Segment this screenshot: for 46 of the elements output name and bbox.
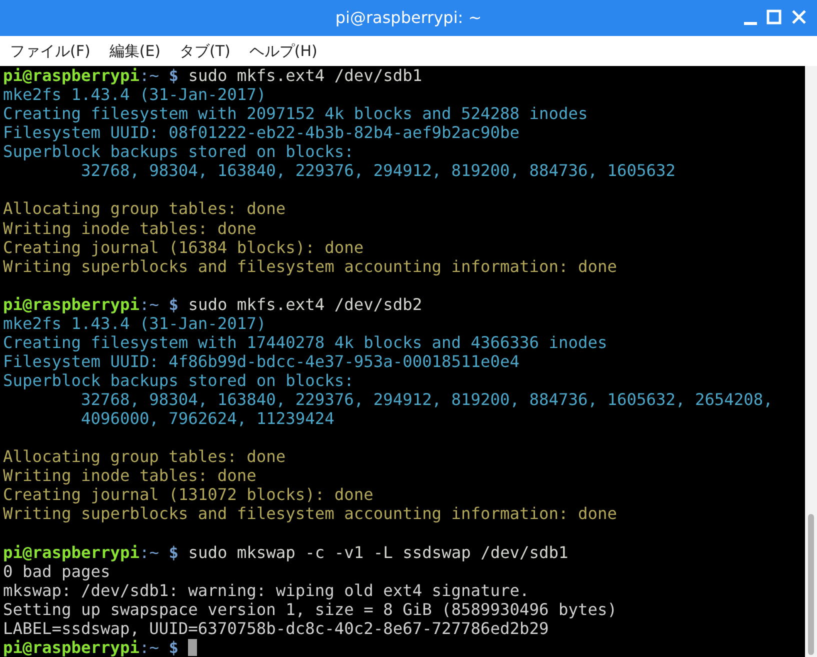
window-title: pi@raspberrypi: ~ — [335, 7, 482, 29]
prompt-symbol: $ — [168, 638, 178, 657]
output-line: 0 bad pages — [3, 562, 110, 581]
output-line: Allocating group tables: done — [3, 447, 286, 466]
command-text: sudo mkfs.ext4 /dev/sdb1 — [188, 66, 422, 85]
prompt-user: pi@raspberrypi — [3, 638, 140, 657]
output-line: LABEL=ssdswap, UUID=6370758b-dc8c-40c2-8e67-727786ed2b29 — [3, 618, 549, 638]
prompt-symbol: $ — [168, 66, 178, 85]
scrollbar[interactable] — [805, 66, 817, 657]
maximize-button[interactable] — [766, 9, 782, 27]
prompt-path: :~ — [139, 294, 159, 314]
output-line: Superblock backups stored on blocks: — [3, 142, 354, 162]
command-text: sudo mkfs.ext4 /dev/sdb2 — [188, 294, 422, 314]
output-line: Filesystem UUID: 4f86b99d-bdcc-4e37-953a-00018511e0e4 — [3, 352, 520, 371]
menu-item[interactable]: ファイル(F) — [10, 36, 90, 66]
output-line: 32768, 98304, 163840, 229376, 294912, 819200, 884736, 1605632, 2654208, — [80, 390, 773, 410]
output-line: Writing superblocks and filesystem accounting information: done — [3, 256, 617, 276]
output-line: Creating filesystem with 2097152 4k blocks and 524288 inodes — [3, 104, 588, 124]
menu-item[interactable]: タブ(T) — [180, 36, 230, 66]
prompt-path: :~ — [139, 542, 159, 562]
command-text: sudo mkswap -c -v1 -L ssdswap /dev/sdb1 — [188, 542, 568, 562]
scrollbar-thumb[interactable] — [808, 514, 814, 655]
output-line: Writing inode tables: done — [3, 466, 256, 486]
menu-item[interactable]: 編集(E) — [109, 36, 161, 66]
output-line: Creating filesystem with 17440278 4k blocks and 4366336 inodes — [3, 332, 608, 352]
prompt-user: pi@raspberrypi — [3, 66, 140, 85]
output-line: Writing superblocks and filesystem accounting information: done — [3, 504, 617, 524]
output-line: Superblock backups stored on blocks: — [3, 371, 354, 390]
prompt-path: :~ — [139, 638, 159, 657]
output-line: Allocating group tables: done — [3, 199, 286, 218]
output-line: mke2fs 1.43.4 (31-Jan-2017) — [3, 314, 266, 333]
menu-item[interactable]: ヘルプ(H) — [249, 36, 318, 66]
output-line: Writing inode tables: done — [3, 218, 256, 238]
prompt-symbol: $ — [168, 542, 178, 562]
output-line: 4096000, 7962624, 11239424 — [80, 409, 334, 428]
prompt-user: pi@raspberrypi — [3, 542, 140, 562]
output-line: mkswap: /dev/sdb1: warning: wiping old ext4 signature. — [3, 580, 530, 600]
prompt-path: :~ — [139, 66, 159, 85]
prompt-symbol: $ — [168, 294, 178, 314]
output-line: Creating journal (16384 blocks): done — [3, 238, 364, 257]
output-line: Filesystem UUID: 08f01222-eb22-4b3b-82b4-aef9b2ac90be — [3, 123, 520, 142]
output-line: 32768, 98304, 163840, 229376, 294912, 819200, 884736, 1605632 — [80, 161, 676, 180]
output-line: Creating journal (131072 blocks): done — [3, 485, 374, 504]
output-line: Setting up swapspace version 1, size = 8 GiB (8589930496 bytes) — [3, 600, 617, 619]
output-line: mke2fs 1.43.4 (31-Jan-2017) — [3, 85, 266, 104]
prompt-user: pi@raspberrypi — [3, 294, 140, 314]
